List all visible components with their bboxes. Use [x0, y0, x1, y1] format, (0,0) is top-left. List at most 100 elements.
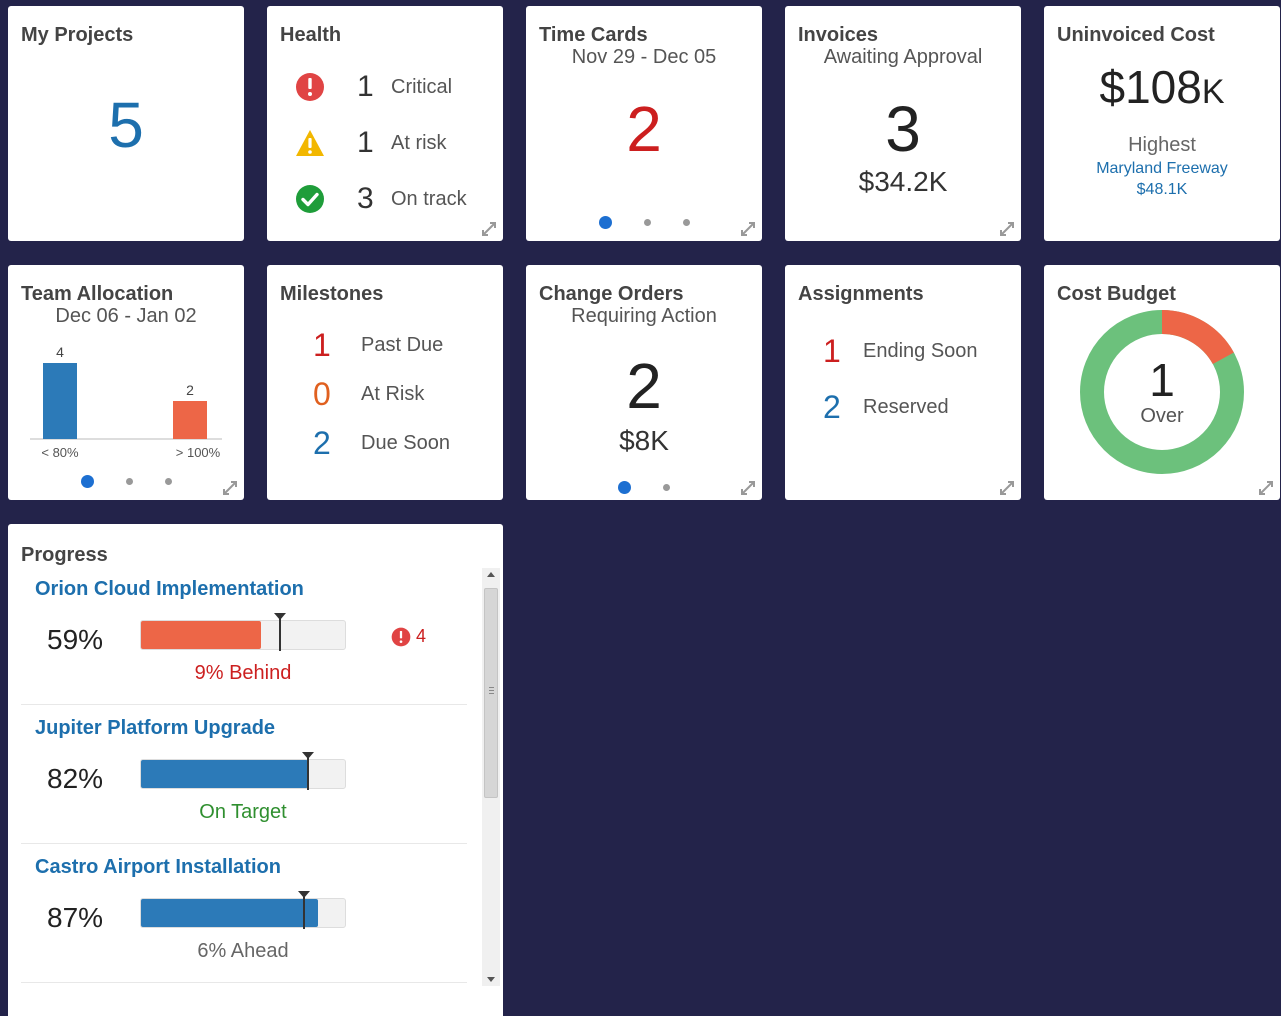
milestone-row-due-soon[interactable]: 2 Due Soon [313, 425, 450, 462]
amount-unit: K [1201, 73, 1225, 111]
progress-percent: 87% [47, 902, 104, 933]
progress-tile[interactable]: Progress Orion Cloud Implementation 59% … [8, 524, 503, 1016]
scroll-up-arrow[interactable] [487, 572, 495, 577]
chart-bar[interactable] [173, 401, 207, 439]
team-allocation-tile[interactable]: Team Allocation Dec 06 - Jan 02 4 < 80% 2 >… [8, 265, 244, 500]
tile-title: Progress [21, 544, 108, 566]
highest-amount[interactable]: $48.1K [1044, 181, 1280, 199]
milestones-tile[interactable]: Milestones 1 Past Due 0 At Risk 2 Due So… [267, 265, 503, 500]
allocation-bar-chart[interactable]: 4 < 80% 2 > 100% [8, 335, 244, 475]
change-orders-count[interactable]: 2 [526, 349, 762, 423]
progress-bar-fill [141, 621, 262, 649]
target-marker [302, 752, 315, 790]
pager-dot[interactable] [663, 484, 670, 492]
tile-subtitle: Nov 29 - Dec 05 [571, 46, 717, 68]
tile-title: Cost Budget [1057, 283, 1176, 305]
pager-dot[interactable] [598, 216, 612, 230]
chart-data-label: 2 [186, 382, 194, 398]
tile-title: Change Orders [539, 283, 684, 305]
project-link[interactable]: Castro Airport Installation [35, 856, 281, 879]
assignment-row-ending-soon[interactable]: 1 Ending Soon [823, 333, 978, 370]
budget-label: Over [1140, 405, 1184, 427]
tile-title: Milestones [280, 283, 384, 305]
project-link[interactable]: Jupiter Platform Upgrade [35, 717, 275, 740]
health-count: 1 [357, 70, 374, 103]
pager-dot[interactable] [80, 475, 94, 489]
health-row-on-track[interactable]: 3 On track [295, 182, 467, 216]
highest-project-link[interactable]: Maryland Freeway [1044, 160, 1280, 178]
invoices-count[interactable]: 3 [785, 92, 1021, 166]
cost-budget-tile[interactable]: Cost Budget 1 Over [1044, 265, 1280, 500]
milestone-label: Due Soon [361, 432, 450, 454]
pager-dot[interactable] [618, 481, 631, 495]
expand-icon[interactable] [1258, 480, 1274, 496]
expand-icon[interactable] [481, 221, 497, 237]
progress-status: 9% Behind [194, 662, 292, 684]
health-count: 3 [357, 182, 374, 215]
chart-tick-label: > 100% [176, 445, 221, 460]
milestone-count: 2 [313, 425, 331, 461]
expand-icon[interactable] [222, 480, 238, 496]
progress-item[interactable]: Orion Cloud Implementation 59% 4 9% Behi… [21, 568, 467, 705]
milestone-row-past-due[interactable]: 1 Past Due [313, 327, 443, 364]
pager-dot[interactable] [125, 478, 133, 486]
check-icon [296, 185, 324, 213]
tile-subtitle: Requiring Action [571, 305, 717, 327]
target-marker [273, 613, 286, 651]
pager-dots [8, 473, 244, 491]
my-projects-tile[interactable]: My Projects 5 [8, 6, 244, 241]
tile-subtitle: Dec 06 - Jan 02 [55, 305, 197, 327]
expand-icon[interactable] [999, 480, 1015, 496]
amount-value: $108 [1099, 61, 1202, 113]
health-row-at-risk[interactable]: 1 At risk [295, 126, 447, 160]
project-link[interactable]: Orion Cloud Implementation [35, 578, 304, 601]
pager-dots [526, 214, 762, 232]
pager-dot[interactable] [643, 219, 651, 227]
assignment-count: 1 [823, 333, 841, 369]
progress-bar [140, 613, 346, 651]
error-icon [296, 73, 324, 101]
issue-count: 4 [416, 626, 427, 646]
warning-icon [296, 130, 324, 156]
tile-title: My Projects [21, 24, 134, 46]
scrollbar[interactable] [482, 568, 500, 986]
progress-percent: 82% [47, 763, 104, 794]
progress-bar [140, 752, 346, 790]
projects-count[interactable]: 5 [8, 88, 244, 162]
time-cards-count[interactable]: 2 [526, 92, 762, 166]
issue-indicator[interactable]: 4 [391, 626, 426, 647]
pager-dot[interactable] [164, 478, 172, 486]
progress-status: 6% Ahead [197, 940, 289, 962]
progress-item[interactable]: Castro Airport Installation 87% 6% Ahead [21, 846, 467, 983]
milestone-row-at-risk[interactable]: 0 At Risk [313, 376, 424, 413]
invoices-tile[interactable]: Invoices Awaiting Approval 3 $34.2K [785, 6, 1021, 241]
time-cards-tile[interactable]: Time Cards Nov 29 - Dec 05 2 [526, 6, 762, 241]
budget-count: 1 [1149, 354, 1175, 406]
chart-bar[interactable] [43, 363, 77, 439]
assignment-label: Ending Soon [863, 340, 978, 362]
uninvoiced-cost-tile[interactable]: Uninvoiced Cost $108K Highest Maryland F… [1044, 6, 1280, 241]
progress-status: On Target [199, 801, 287, 823]
progress-percent: 59% [47, 624, 104, 655]
scrollbar-thumb[interactable] [484, 588, 498, 798]
scroll-down-arrow[interactable] [487, 977, 495, 982]
expand-icon[interactable] [740, 480, 756, 496]
progress-item[interactable]: Jupiter Platform Upgrade 82% On Target [21, 707, 467, 844]
health-label: Critical [391, 75, 453, 98]
expand-icon[interactable] [999, 221, 1015, 237]
tile-title: Health [280, 24, 342, 46]
progress-list[interactable]: Orion Cloud Implementation 59% 4 9% Behi… [21, 568, 479, 986]
change-orders-tile[interactable]: Change Orders Requiring Action 2 $8K [526, 265, 762, 500]
progress-bar [140, 891, 346, 929]
health-count: 1 [357, 126, 374, 159]
pager-dot[interactable] [682, 219, 690, 227]
change-orders-amount: $8K [619, 425, 669, 456]
uninvoiced-amount: $108K [1044, 60, 1280, 114]
error-icon [391, 627, 411, 646]
assignment-row-reserved[interactable]: 2 Reserved [823, 389, 949, 426]
health-tile[interactable]: Health 1 Critical 1 At risk 3 On track [267, 6, 503, 241]
progress-bar-fill [141, 899, 319, 927]
assignments-tile[interactable]: Assignments 1 Ending Soon 2 Reserved [785, 265, 1021, 500]
health-row-critical[interactable]: 1 Critical [295, 70, 452, 104]
expand-icon[interactable] [740, 221, 756, 237]
